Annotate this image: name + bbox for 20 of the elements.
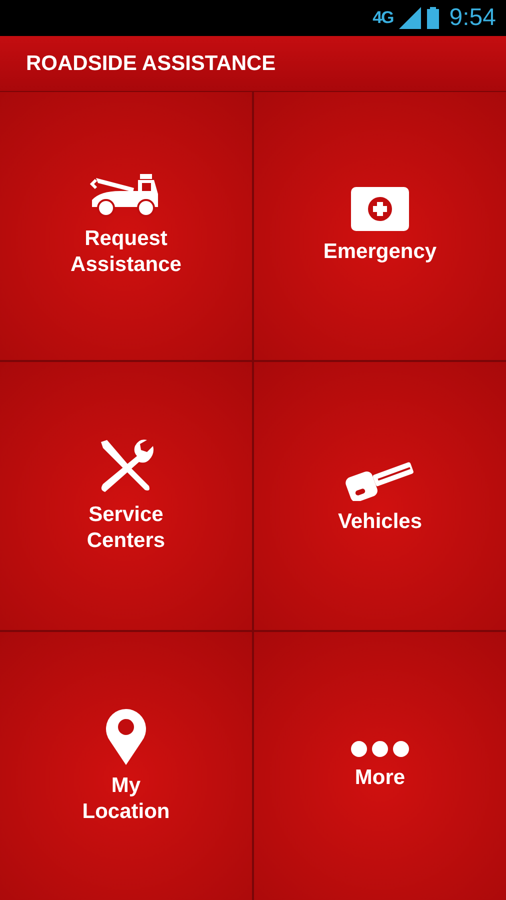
- network-type: 4G: [372, 8, 394, 28]
- menu-tile[interactable]: Request Assistance: [0, 92, 252, 360]
- menu-tile[interactable]: Emergency: [254, 92, 506, 360]
- clock: 9:54: [449, 4, 496, 32]
- menu-tile[interactable]: My Location: [0, 632, 252, 900]
- tile-label: My Location: [82, 773, 170, 825]
- location-pin-icon: [104, 707, 148, 765]
- tile-label: Vehicles: [338, 509, 422, 535]
- medical-kit-icon: [351, 187, 409, 231]
- tile-label: More: [354, 765, 406, 791]
- menu-tile[interactable]: Service Centers: [0, 362, 252, 630]
- more-dots-icon: [351, 741, 409, 757]
- app-title: ROADSIDE ASSISTANCE: [26, 52, 276, 76]
- menu-tile[interactable]: Vehicles: [254, 362, 506, 630]
- tile-label: Request Assistance: [70, 226, 182, 278]
- menu-tile[interactable]: More: [254, 632, 506, 900]
- signal-icon: [399, 7, 422, 29]
- tile-label: Emergency: [323, 239, 437, 265]
- tile-label: Service Centers: [86, 502, 166, 554]
- battery-icon: [427, 7, 440, 29]
